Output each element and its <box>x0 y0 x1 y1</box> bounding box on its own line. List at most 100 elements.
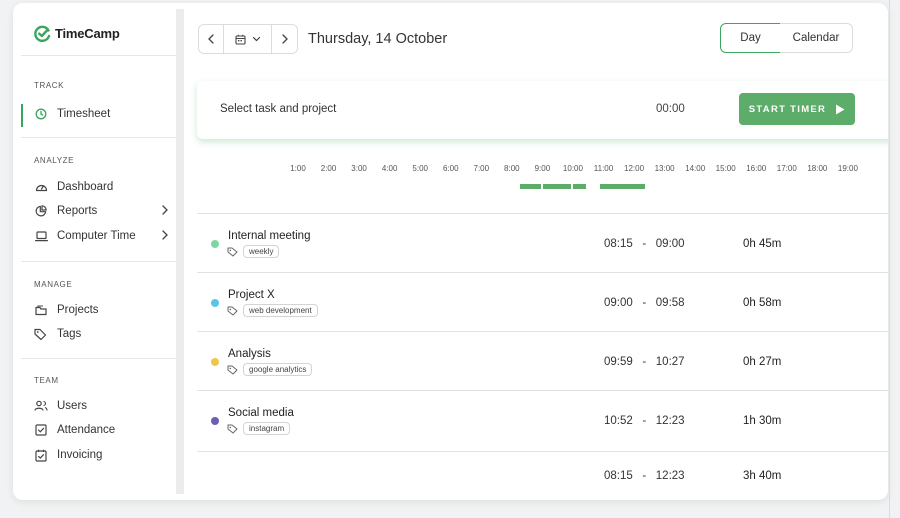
chevron-right-icon <box>161 204 169 219</box>
timecamp-logo-icon <box>34 25 51 42</box>
tag-icon <box>227 365 238 374</box>
sidebar-item-projects[interactable]: Projects <box>34 300 169 320</box>
table-row[interactable]: Analysis google analytics 09:59 - 10:27 0h … <box>197 331 888 390</box>
project-color-dot <box>211 358 219 366</box>
timeline-hour-label: 11:00 <box>593 164 614 173</box>
entry-duration: 0h 58m <box>743 297 782 309</box>
chevron-down-icon <box>252 36 260 42</box>
start-timer-button[interactable]: START TIMER <box>739 93 855 125</box>
chevron-right-icon <box>161 229 169 244</box>
sidebar-item-label: Reports <box>57 205 98 217</box>
entry-time-range[interactable]: 10:52 - 12:23 <box>604 415 685 427</box>
sidebar-item-label: Attendance <box>57 424 116 436</box>
table-row[interactable]: Internal meeting weekly 08:15 - 09:00 0h 45… <box>197 213 888 272</box>
tag-icon <box>227 306 238 315</box>
sidebar-item-reports[interactable]: Reports <box>34 201 169 221</box>
timeline-hour-label: 16:00 <box>746 164 767 173</box>
entries-end-line <box>197 451 888 452</box>
start-timer-label: START TIMER <box>748 103 827 115</box>
entry-tags: weekly <box>227 245 280 258</box>
entry-duration: 0h 45m <box>743 238 782 250</box>
window-edge <box>889 0 890 518</box>
sidebar-item-computer-time[interactable]: Computer Time <box>34 226 169 246</box>
timeline-entry-segment[interactable] <box>600 184 645 189</box>
sidebar-item-users[interactable]: Users <box>34 396 169 416</box>
chevron-left-icon <box>208 34 214 44</box>
entry-time-range[interactable]: 09:00 - 09:58 <box>604 297 685 309</box>
sidebar-item-label: Timesheet <box>57 108 111 120</box>
timeline-hour-label: 10:00 <box>562 164 583 173</box>
tag-badge[interactable]: instagram <box>243 422 291 435</box>
timeline-hour-label: 17:00 <box>776 164 797 173</box>
entry-name[interactable]: Project X <box>228 289 275 301</box>
entry-tags: instagram <box>227 422 291 435</box>
sidebar-item-label: Users <box>57 400 88 412</box>
entry-time-range[interactable]: 09:59 - 10:27 <box>604 356 685 368</box>
entry-start: 10:52 <box>604 415 633 427</box>
next-day-button[interactable] <box>271 24 298 54</box>
project-color-dot <box>211 240 219 248</box>
table-row[interactable]: Project X web development 09:00 - 09:58 0h … <box>197 272 888 331</box>
timeline-hour-label: 1:00 <box>290 164 306 173</box>
sidebar-separator <box>21 261 176 262</box>
sidebar-item-invoicing[interactable]: Invoicing <box>34 445 169 465</box>
app-name: TimeCamp <box>55 26 120 41</box>
timeline-entry-segment[interactable] <box>573 184 586 189</box>
timeline-hour-label: 9:00 <box>534 164 551 173</box>
calendar-check-icon <box>34 448 48 462</box>
folder-icon <box>34 303 48 317</box>
tag-badge[interactable]: weekly <box>243 245 280 258</box>
task-project-selector[interactable]: Select task and project <box>220 103 336 115</box>
entry-name[interactable]: Internal meeting <box>228 230 310 242</box>
view-calendar-button[interactable]: Calendar <box>780 23 853 53</box>
tag-icon <box>227 424 238 433</box>
entry-start: 08:15 <box>604 238 633 250</box>
sidebar-item-label: Invoicing <box>57 449 103 461</box>
prev-day-button[interactable] <box>198 24 224 54</box>
app-logo[interactable]: TimeCamp <box>34 25 120 42</box>
total-start: 08:15 <box>604 470 633 482</box>
timeline-hour-label: 8:00 <box>504 164 520 173</box>
timeline-hour-label: 15:00 <box>715 164 736 173</box>
sidebar-item-tags[interactable]: Tags <box>34 324 169 344</box>
entry-name[interactable]: Analysis <box>228 348 271 360</box>
users-icon <box>34 399 48 413</box>
table-row[interactable]: Social media instagram 10:52 - 12:23 1h 30m <box>197 390 888 449</box>
timeline-entry-segment[interactable] <box>520 184 542 189</box>
timeline-hour-label: 13:00 <box>654 164 675 173</box>
timeline-entry-segment[interactable] <box>543 184 571 189</box>
chevron-right-icon <box>281 34 288 44</box>
section-title-analyze: ANALYZE <box>34 156 75 165</box>
entry-tags: web development <box>227 304 318 317</box>
entry-name[interactable]: Social media <box>228 407 294 419</box>
sidebar-item-timesheet[interactable]: Timesheet <box>34 104 169 124</box>
view-calendar-label: Calendar <box>792 32 840 44</box>
current-date: Thursday, 14 October <box>308 31 448 47</box>
play-icon <box>836 104 845 114</box>
tag-icon <box>227 247 238 256</box>
sidebar-separator <box>21 358 176 359</box>
calendar-icon <box>234 34 246 45</box>
sidebar-separator <box>21 137 176 138</box>
entry-time-range[interactable]: 08:15 - 09:00 <box>604 238 685 250</box>
sidebar-divider <box>176 9 184 494</box>
tag-badge[interactable]: web development <box>243 304 318 317</box>
sidebar-item-label: Tags <box>57 328 82 340</box>
date-picker-button[interactable] <box>223 24 272 54</box>
tags-icon <box>34 327 48 341</box>
total-duration: 3h 40m <box>743 470 782 482</box>
timeline-hour-label: 14:00 <box>685 164 706 173</box>
entry-end: 09:58 <box>655 297 685 309</box>
project-color-dot <box>211 417 219 425</box>
timeline-hour-label: 3:00 <box>351 164 367 173</box>
sidebar-item-attendance[interactable]: Attendance <box>34 420 169 440</box>
tag-badge[interactable]: google analytics <box>243 363 313 376</box>
entry-end: 12:23 <box>655 415 685 427</box>
timeline-hour-label: 5:00 <box>412 164 428 173</box>
entry-start: 09:59 <box>604 356 633 368</box>
sidebar-item-dashboard[interactable]: Dashboard <box>34 177 169 197</box>
app-window: TimeCamp TRACK Timesheet ANALYZE Dashboa… <box>13 3 888 500</box>
section-title-team: TEAM <box>34 376 59 385</box>
view-day-button[interactable]: Day <box>720 23 781 53</box>
pie-chart-icon <box>34 204 48 218</box>
